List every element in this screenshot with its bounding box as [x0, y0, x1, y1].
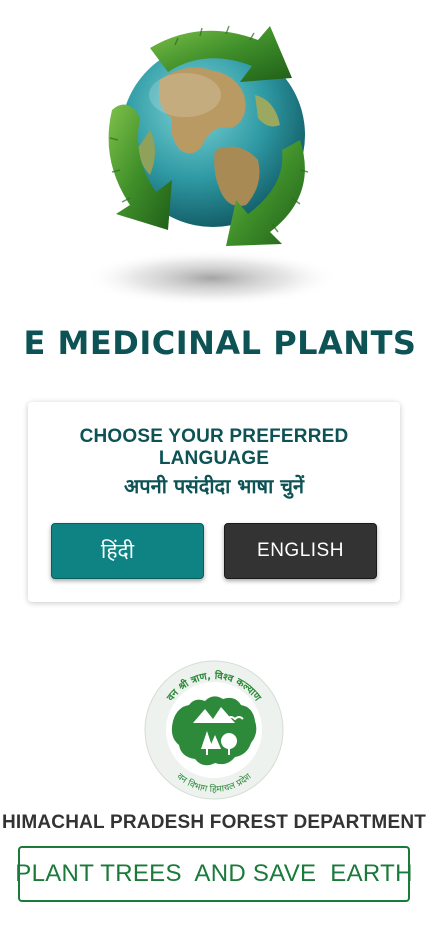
hindi-button[interactable]: हिंदी — [51, 523, 204, 579]
language-heading-hindi: अपनी पसंदीदा भाषा चुनें — [123, 474, 305, 498]
slogan-banner: PLANT TREES AND SAVE EARTH — [15, 846, 412, 902]
english-button-label: ENGLISH — [257, 540, 344, 561]
hero-image — [0, 0, 428, 320]
app-title: E MEDICINAL PLANTS — [23, 324, 417, 362]
forest-department-emblem: वन श्री त्राण, विश्व कल्याण वन विभाग हिम… — [143, 659, 285, 801]
language-selection-card: CHOOSE YOUR PREFERRED LANGUAGE अपनी पसंद… — [28, 402, 400, 602]
hindi-button-label: हिंदी — [100, 539, 135, 563]
forest-department-emblem-icon: वन श्री त्राण, विश्व कल्याण वन विभाग हिम… — [144, 660, 284, 800]
english-button[interactable]: ENGLISH — [224, 523, 377, 579]
language-heading-english: CHOOSE YOUR PREFERRED LANGUAGE — [79, 426, 349, 469]
department-name: HIMACHAL PRADESH FOREST DEPARTMENT — [1, 812, 427, 833]
recycling-globe-icon — [84, 25, 340, 306]
